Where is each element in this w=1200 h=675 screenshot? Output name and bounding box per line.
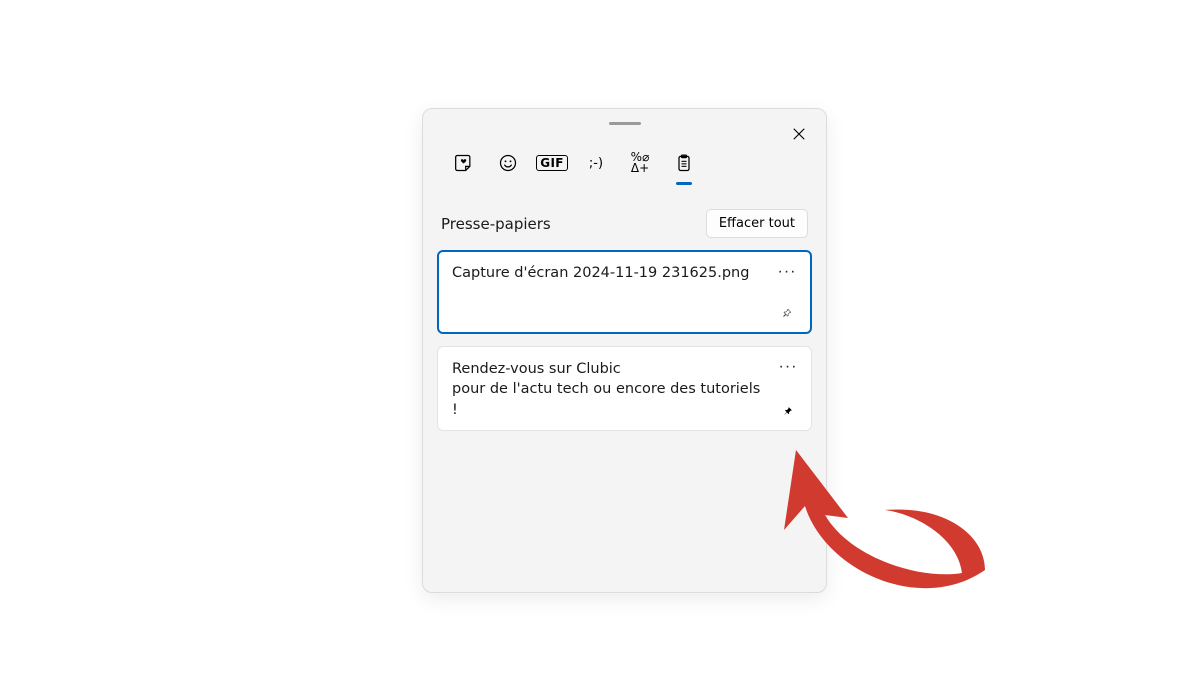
kaomoji-icon: ;-): [589, 156, 603, 171]
close-icon: [792, 127, 806, 141]
item-more-button[interactable]: ···: [777, 357, 799, 377]
section-title: Presse-papiers: [441, 215, 551, 233]
tab-symbols[interactable]: %⌀Δ+: [629, 149, 651, 177]
emoji-smile-icon: [498, 153, 518, 173]
more-icon: ···: [779, 358, 798, 376]
section-header: Presse-papiers Effacer tout: [423, 177, 826, 250]
tab-gif[interactable]: GIF: [541, 149, 563, 177]
sticker-heart-icon: [454, 153, 474, 173]
clipboard-icon: [674, 153, 694, 173]
more-icon: ···: [778, 263, 797, 281]
clipboard-item[interactable]: Rendez-vous sur Clubic pour de l'actu te…: [437, 346, 812, 431]
tab-emoji[interactable]: [497, 149, 519, 177]
pin-filled-icon: [783, 403, 793, 419]
tab-bar: GIF ;-) %⌀Δ+: [423, 125, 826, 177]
tab-kaomoji[interactable]: ;-): [585, 149, 607, 177]
expression-input-panel: GIF ;-) %⌀Δ+ Presse-papiers Effacer tout…: [422, 108, 827, 593]
clipboard-items: Capture d'écran 2024-11-19 231625.png ··…: [423, 250, 826, 431]
clipboard-item[interactable]: Capture d'écran 2024-11-19 231625.png ··…: [437, 250, 812, 334]
clipboard-item-text: Capture d'écran 2024-11-19 231625.png: [452, 263, 797, 283]
gif-icon: GIF: [536, 155, 567, 171]
close-button[interactable]: [784, 119, 814, 149]
item-more-button[interactable]: ···: [776, 262, 798, 282]
clipboard-item-text: Rendez-vous sur Clubic pour de l'actu te…: [452, 359, 797, 420]
tab-clipboard[interactable]: [673, 149, 695, 177]
item-pin-button[interactable]: [777, 400, 799, 422]
symbols-icon: %⌀Δ+: [631, 152, 650, 174]
clear-all-button[interactable]: Effacer tout: [706, 209, 808, 238]
item-pin-button[interactable]: [776, 302, 798, 324]
tab-recent[interactable]: [453, 149, 475, 177]
pin-outline-icon: [782, 305, 792, 321]
